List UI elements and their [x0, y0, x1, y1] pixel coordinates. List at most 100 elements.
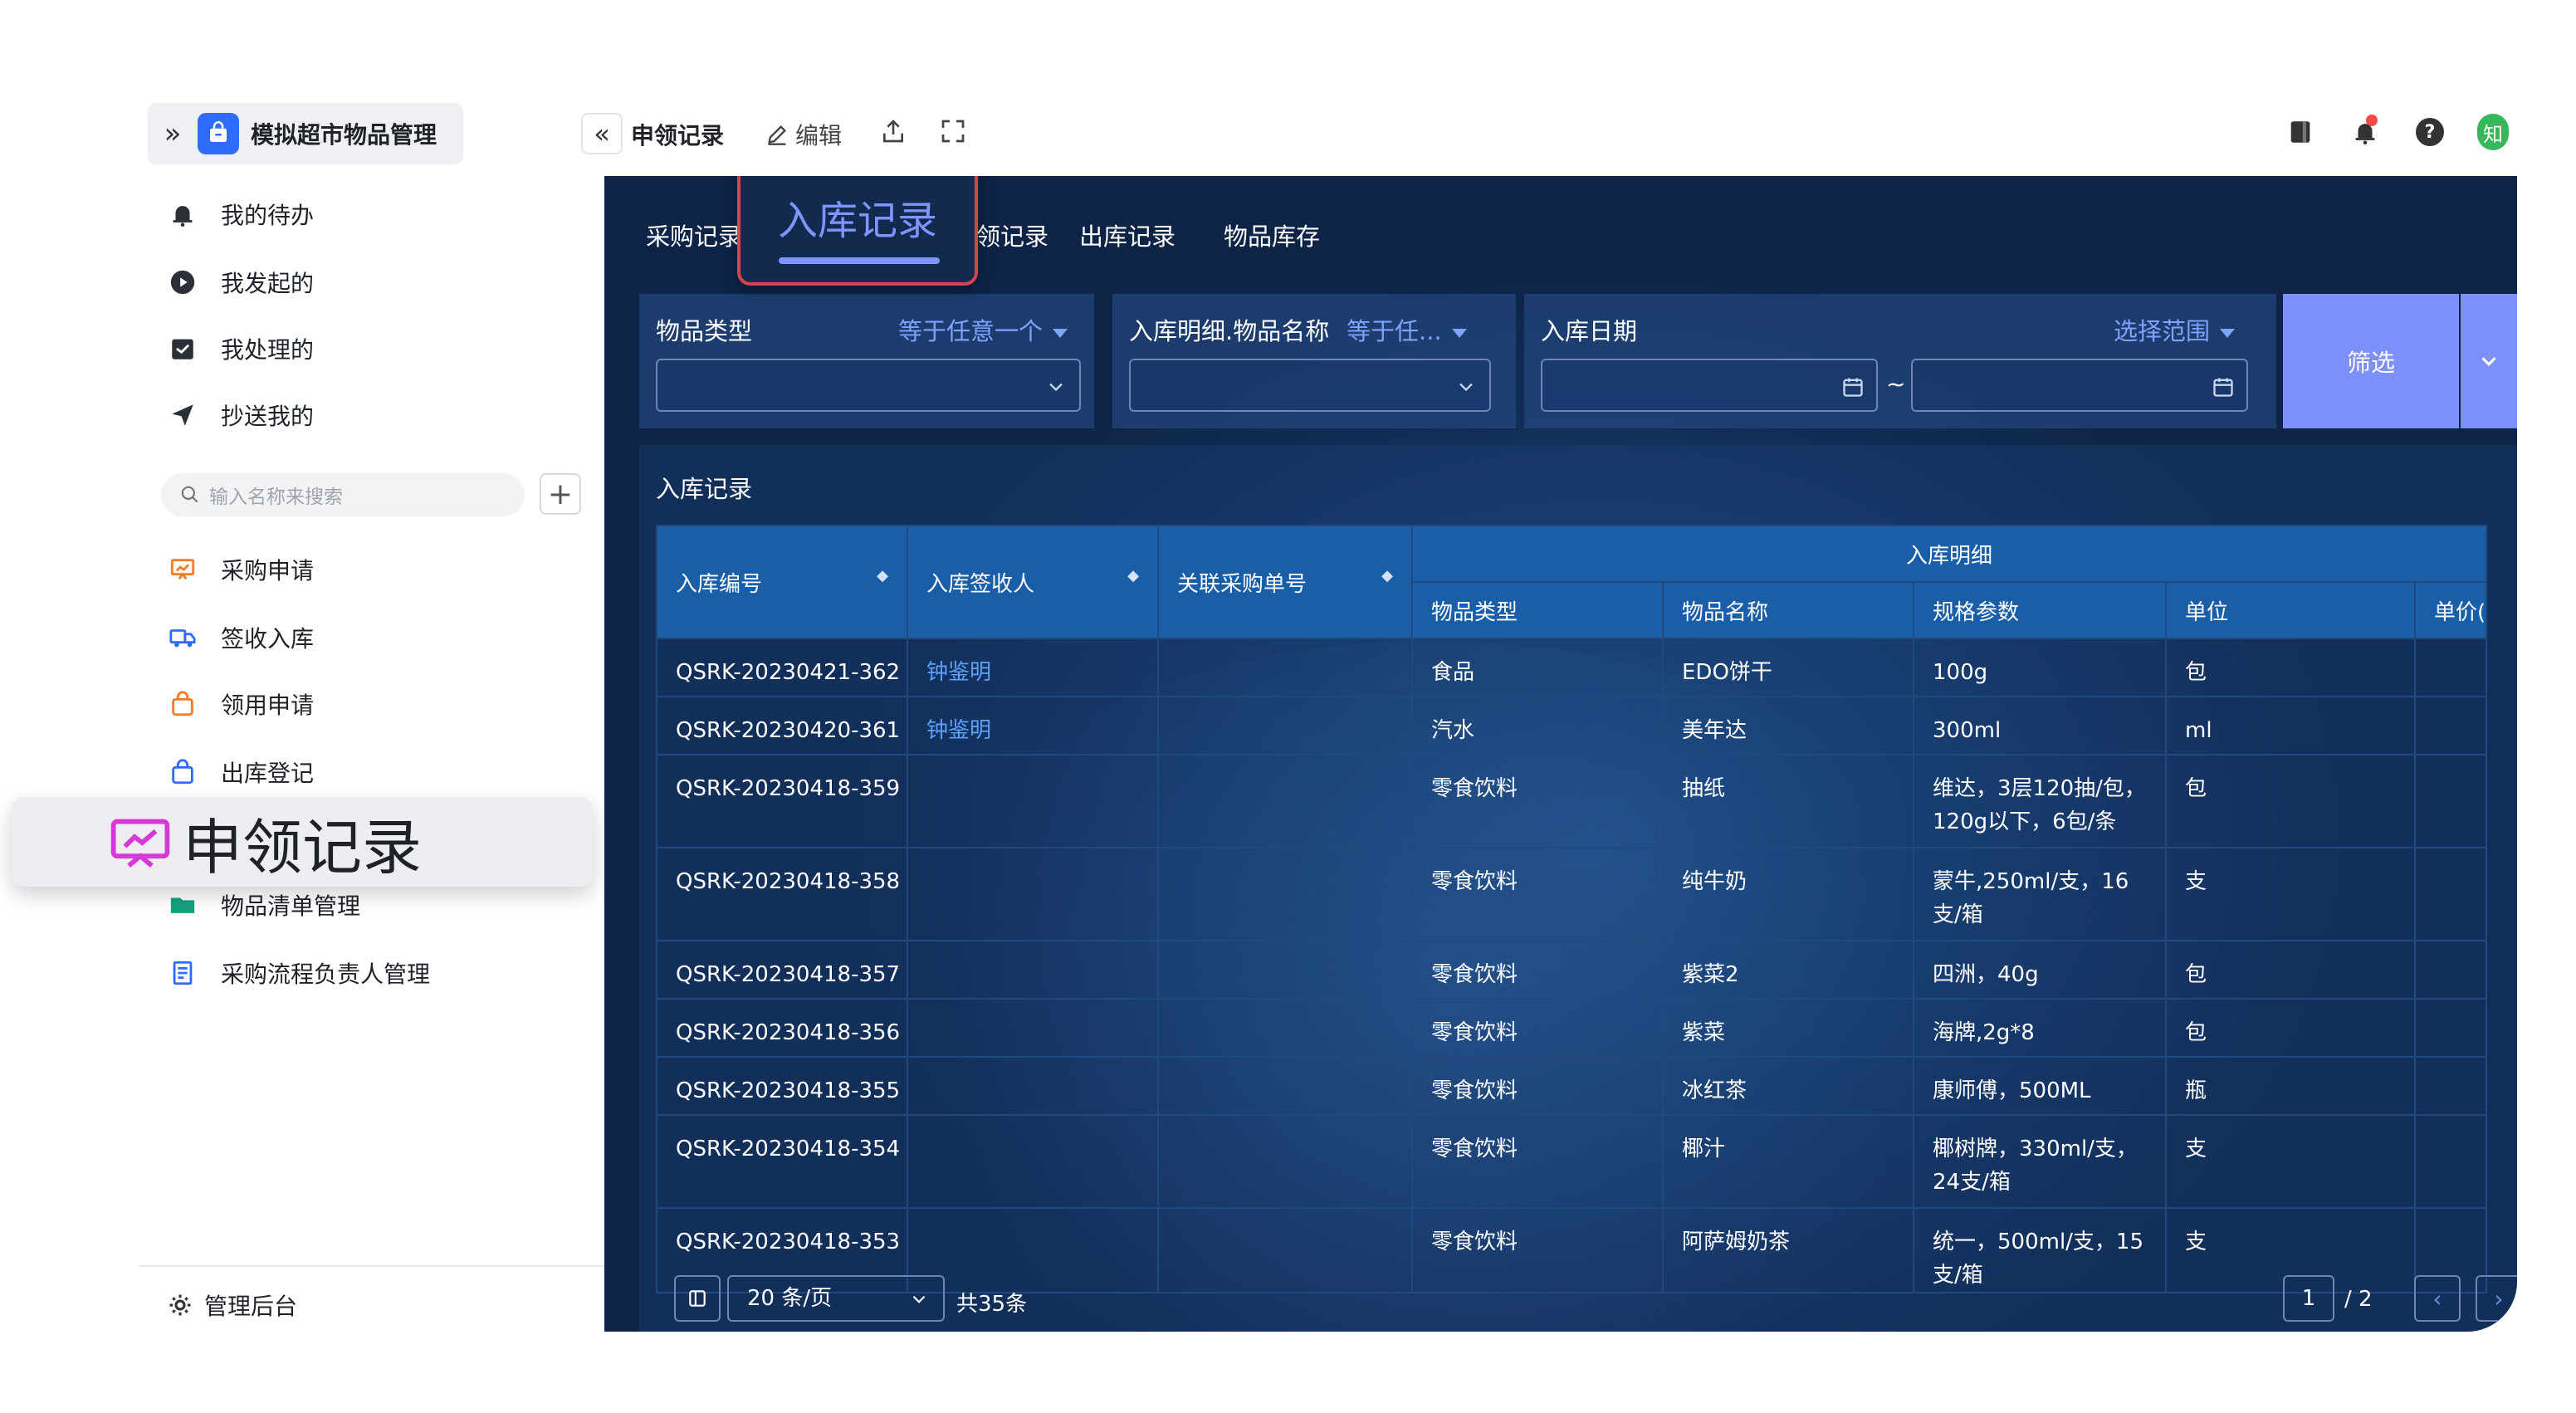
admin-link[interactable]: 管理后台 [168, 1288, 297, 1322]
book-icon[interactable] [2285, 116, 2316, 148]
table-cell-price [2413, 1114, 2488, 1209]
tab-requisition-records[interactable]: 领记录 [976, 218, 1048, 252]
filter-dropdown-button[interactable] [2461, 294, 2517, 428]
table-cell-price [2413, 940, 2488, 1000]
filter-button[interactable]: 筛选 [2283, 294, 2459, 428]
table-cell-spec: 维达，3层120抽/包，120g以下，6包/条 [1913, 754, 2167, 848]
help-icon[interactable]: ? [2414, 116, 2446, 148]
filter-item-name: 入库明细.物品名称 等于任... [1112, 294, 1516, 428]
table-row[interactable]: QSRK-20230418-358 零食饮料 纯牛奶 蒙牛,250ml/支，16支/箱… [656, 847, 2488, 941]
filter-operator[interactable]: 等于任... [1347, 312, 1467, 347]
sort-icon[interactable]: ◆ [1127, 567, 1139, 584]
table-cell-unit: 支 [2165, 847, 2416, 941]
table-cell-unit: 瓶 [2165, 1056, 2416, 1116]
tab-stock-in-records[interactable]: 入库记录 [737, 176, 978, 286]
filter-select[interactable] [1129, 359, 1491, 412]
filter-operator[interactable]: 选择范围 [2114, 312, 2236, 347]
filter-operator[interactable]: 等于任意一个 [898, 312, 1068, 347]
table-cell-receiver [907, 1114, 1159, 1209]
table-cell-po [1157, 847, 1413, 941]
prev-page-button[interactable]: ‹ [2414, 1275, 2461, 1322]
table-cell-type: 零食饮料 [1411, 998, 1664, 1058]
data-table: 入库编号 ◆ 入库签收人 ◆ 关联采购单号 ◆ 入库明细 物品类型 物品名称 规格参数… [656, 525, 2488, 1293]
table-cell-name: 椰汁 [1662, 1114, 1914, 1209]
table-cell-id: QSRK-20230420-361 [656, 696, 908, 755]
share-icon[interactable] [880, 118, 907, 144]
tab-purchase-records[interactable]: 采购记录 [646, 218, 742, 252]
sidebar-item-use-request[interactable]: 领用申请 [166, 679, 314, 729]
table-cell-price [2413, 638, 2488, 697]
double-chevron-left-icon[interactable]: « [581, 113, 623, 154]
table-row[interactable]: QSRK-20230418-357 零食饮料 紫菜2 四洲，40g 包 [656, 940, 2488, 1000]
bag-icon [166, 687, 199, 721]
sidebar-item-process-owner[interactable]: 采购流程负责人管理 [166, 948, 430, 998]
sidebar-item-outbound[interactable]: 出库登记 [166, 747, 314, 797]
column-header[interactable]: 物品类型 [1411, 581, 1664, 639]
table-row[interactable]: QSRK-20230418-355 零食饮料 冰红茶 康师傅，500ML 瓶 [656, 1056, 2488, 1116]
pagination: 20 条/页 共35条 1 / 2 ‹ › [639, 1265, 2517, 1332]
column-header[interactable]: 物品名称 [1662, 581, 1914, 639]
add-button[interactable]: + [540, 473, 581, 515]
table-cell-id: QSRK-20230418-354 [656, 1114, 908, 1209]
table-cell-id: QSRK-20230418-358 [656, 847, 908, 941]
page-number-input[interactable]: 1 [2283, 1275, 2334, 1322]
sidebar-item-label: 出库登记 [221, 760, 315, 787]
chevron-down-icon [2481, 357, 2496, 366]
chevron-down-icon [1049, 383, 1063, 392]
table-cell-id: QSRK-20230418-359 [656, 754, 908, 848]
sidebar-item-cc[interactable]: 抄送我的 [166, 390, 314, 440]
sidebar-item-initiated[interactable]: 我发起的 [166, 257, 314, 307]
table-card: 入库记录 入库编号 ◆ 入库签收人 ◆ 关联采购单号 ◆ 入库明细 物品类型 物品名称… [639, 445, 2517, 1332]
sidebar-item-handled[interactable]: 我处理的 [166, 324, 314, 374]
table-row[interactable]: QSRK-20230418-359 零食饮料 抽纸 维达，3层120抽/包，120g以… [656, 754, 2488, 848]
page-size-select[interactable]: 20 条/页 [727, 1275, 945, 1322]
table-row[interactable]: QSRK-20230418-356 零食饮料 紫菜 海牌,2g*8 包 [656, 998, 2488, 1058]
table-row[interactable]: QSRK-20230421-362 钟鉴明 食品 EDO饼干 100g 包 [656, 638, 2488, 697]
sort-icon[interactable]: ◆ [1381, 567, 1393, 584]
column-header[interactable]: 关联采购单号 ◆ [1157, 525, 1413, 639]
inbox-check-icon [166, 332, 199, 365]
app-header[interactable]: » 模拟超市物品管理 [148, 103, 463, 164]
column-settings-icon[interactable] [674, 1275, 721, 1322]
double-chevron-right-icon[interactable]: » [148, 117, 198, 150]
table-cell-unit: 包 [2165, 998, 2416, 1058]
sort-icon[interactable]: ◆ [877, 567, 888, 584]
column-header[interactable]: 规格参数 [1913, 581, 2167, 639]
column-header[interactable]: 入库签收人 ◆ [907, 525, 1159, 639]
table-cell-unit: ml [2165, 696, 2416, 755]
send-icon [166, 398, 199, 432]
monitor-chart-icon [110, 819, 170, 868]
fullscreen-icon[interactable] [940, 118, 966, 144]
tab-outbound-records[interactable]: 出库记录 [1079, 218, 1176, 252]
date-start-input[interactable] [1541, 359, 1878, 412]
edit-button[interactable]: 编辑 [765, 118, 842, 151]
filter-label: 入库明细.物品名称 [1129, 317, 1330, 345]
sidebar-item-requisition-records[interactable]: 申领记录 [12, 797, 593, 887]
sidebar-item-purchase-request[interactable]: 采购申请 [166, 545, 314, 594]
date-end-input[interactable] [1911, 359, 2248, 412]
column-header[interactable]: 单价( [2413, 581, 2488, 639]
next-page-button[interactable]: › [2476, 1275, 2517, 1322]
table-cell-receiver[interactable]: 钟鉴明 [907, 696, 1159, 755]
table-cell-po [1157, 998, 1413, 1058]
table-cell-receiver[interactable]: 钟鉴明 [907, 638, 1159, 697]
avatar[interactable]: 知 [2477, 114, 2509, 150]
sidebar-item-todo[interactable]: 我的待办 [166, 189, 314, 239]
table-cell-type: 汽水 [1411, 696, 1664, 755]
presentation-icon [166, 553, 199, 586]
table-cell-spec: 100g [1913, 638, 2167, 697]
column-header-label: 入库编号 [676, 571, 763, 597]
filter-operator-label: 等于任意一个 [898, 317, 1044, 345]
sidebar-item-label: 采购申请 [221, 557, 315, 584]
column-header[interactable]: 入库编号 ◆ [656, 525, 908, 639]
filter-select[interactable] [656, 359, 1081, 412]
table-cell-spec: 300ml [1913, 696, 2167, 755]
sidebar-item-receive-stock[interactable]: 签收入库 [166, 613, 314, 662]
search-input[interactable]: 输入名称来搜索 [161, 473, 525, 516]
column-header[interactable]: 单位 [2165, 581, 2416, 639]
tab-inventory[interactable]: 物品库存 [1224, 218, 1320, 252]
sidebar-item-item-list[interactable]: 物品清单管理 [166, 880, 360, 930]
table-row[interactable]: QSRK-20230418-354 零食饮料 椰汁 椰树牌，330ml/支，24支/箱… [656, 1114, 2488, 1209]
sidebar-item-label: 申领记录 [183, 812, 423, 883]
table-row[interactable]: QSRK-20230420-361 钟鉴明 汽水 美年达 300ml ml [656, 696, 2488, 755]
